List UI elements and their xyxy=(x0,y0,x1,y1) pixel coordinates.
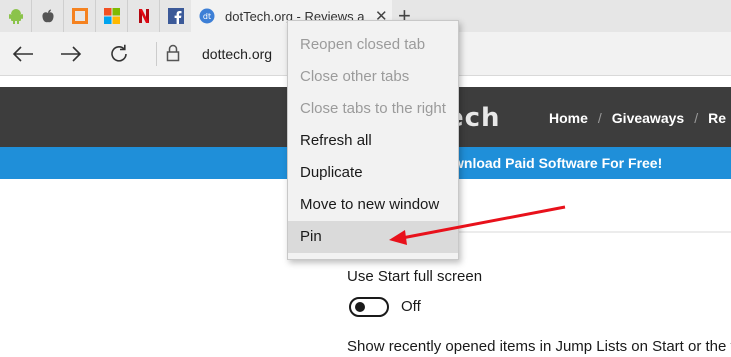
refresh-button[interactable] xyxy=(104,40,134,68)
facebook-icon xyxy=(167,8,184,24)
back-button[interactable] xyxy=(8,40,38,68)
forward-button[interactable] xyxy=(56,40,86,68)
address-separator xyxy=(156,42,157,66)
promo-banner-text[interactable]: wnload Paid Software For Free! xyxy=(453,155,662,171)
toggle-knob xyxy=(355,302,365,312)
microsoft-icon xyxy=(103,8,120,24)
menu-item-duplicate[interactable]: Duplicate xyxy=(288,157,458,189)
setting-label-start-full-screen: Use Start full screen xyxy=(347,268,483,285)
setting-label-jump-lists: Show recently opened items in Jump Lists… xyxy=(347,338,731,355)
menu-item-close-other-tabs: Close other tabs xyxy=(300,68,410,85)
pinned-tab-orange[interactable] xyxy=(64,0,96,32)
back-arrow-icon xyxy=(12,46,33,62)
menu-item-pin[interactable]: Pin xyxy=(288,221,458,253)
site-nav-giveaways[interactable]: Giveaways xyxy=(612,110,684,126)
refresh-icon xyxy=(111,44,127,62)
site-nav-reviews[interactable]: Re xyxy=(708,110,726,126)
lock-icon xyxy=(166,44,180,67)
pinned-tab-facebook[interactable] xyxy=(160,0,192,32)
content-divider xyxy=(458,231,731,233)
address-input[interactable]: dottech.org xyxy=(202,46,272,62)
site-nav: Home / Giveaways / Re xyxy=(549,110,726,126)
pinned-tab-netflix[interactable] xyxy=(128,0,160,32)
menu-item-reopen-closed-tab: Reopen closed tab xyxy=(300,36,426,53)
svg-text:dt: dt xyxy=(203,12,211,21)
apple-icon xyxy=(41,9,54,23)
netflix-icon xyxy=(138,9,149,23)
browser-window: dt dotTech.org - Reviews a ✕ + dottech.o… xyxy=(0,0,731,357)
forward-arrow-icon xyxy=(61,46,82,62)
start-full-screen-toggle[interactable] xyxy=(349,297,389,317)
menu-item-move-to-new-window[interactable]: Move to new window xyxy=(288,189,458,221)
nav-separator: / xyxy=(597,110,602,126)
menu-item-refresh-all[interactable]: Refresh all xyxy=(288,125,458,157)
pinned-tab-apple[interactable] xyxy=(32,0,64,32)
menu-item-close-tabs-right: Close tabs to the right xyxy=(300,100,446,117)
site-nav-home[interactable]: Home xyxy=(549,110,588,126)
pinned-tab-microsoft[interactable] xyxy=(96,0,128,32)
tab-context-menu: Reopen closed tab Close other tabs Close… xyxy=(287,20,459,260)
square-frame-icon xyxy=(71,8,88,24)
dottech-icon: dt xyxy=(199,8,215,24)
android-icon xyxy=(8,9,23,24)
toggle-state-label: Off xyxy=(401,298,421,315)
pinned-tab-android[interactable] xyxy=(0,0,32,32)
nav-separator: / xyxy=(694,110,699,126)
